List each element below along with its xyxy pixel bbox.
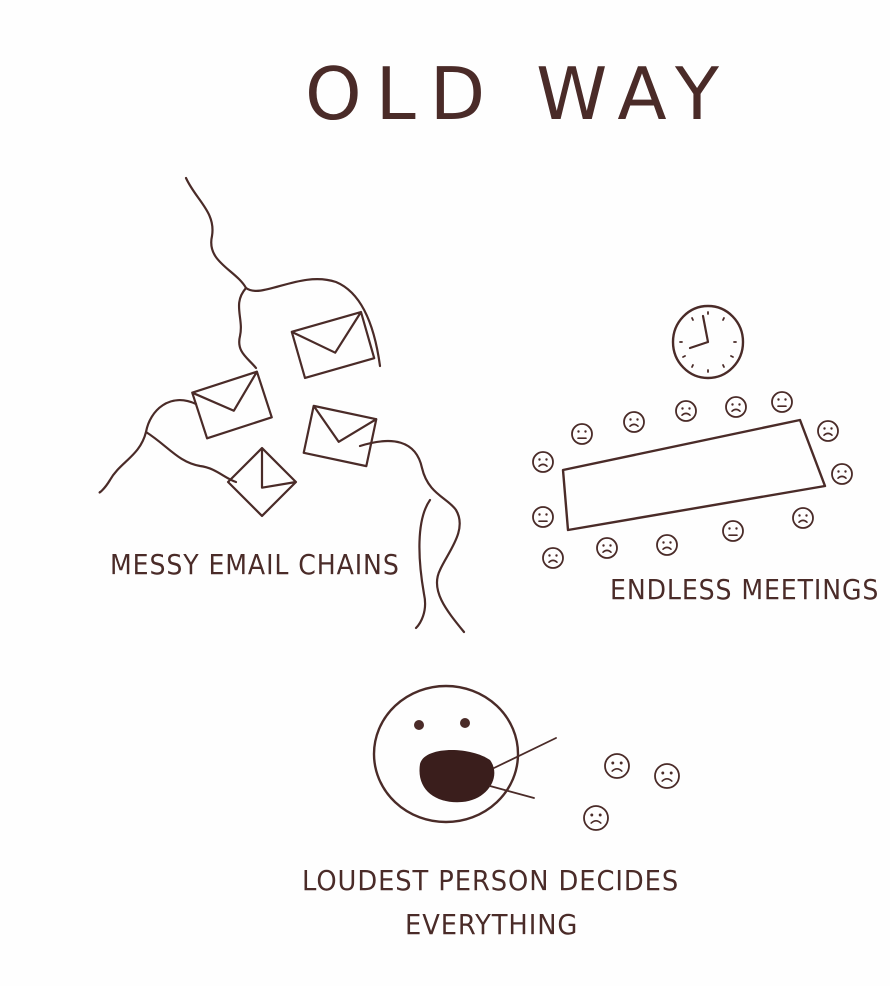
meeting-illustration: [532, 304, 853, 569]
envelope-icon: [302, 404, 378, 468]
attendee-face-icon: [656, 534, 678, 556]
attendee-face-icon: [571, 423, 593, 445]
email-chain-line: [144, 430, 238, 484]
listeners: [583, 753, 680, 831]
envelope-icon: [191, 370, 273, 440]
attendee-face-icon: [831, 463, 853, 485]
attendee-face-icon: [722, 520, 744, 542]
attendees: [532, 391, 853, 569]
attendee-face-icon: [532, 506, 554, 528]
envelope-icon: [226, 446, 298, 518]
meeting-table: [561, 418, 827, 532]
loudest-person-label-line1: LOUDEST PERSON DECIDES: [302, 864, 680, 897]
loudest-person-label-line2: EVERYTHING: [405, 908, 579, 941]
attendee-face-icon: [725, 396, 747, 418]
attendee-face-icon: [771, 391, 793, 413]
attendee-face-icon: [654, 763, 680, 789]
loudest-person-illustration: [372, 684, 680, 831]
email-chain-line: [98, 399, 198, 494]
attendee-face-icon: [604, 753, 630, 779]
clock-icon: [671, 304, 745, 380]
email-chains-label: MESSY EMAIL CHAINS: [110, 548, 400, 581]
email-chain-line: [237, 286, 258, 370]
email-chain-line: [358, 439, 466, 634]
attendee-face-icon: [532, 451, 554, 473]
whiteboard-sketch: OLD WAY MESSY EMAIL CHAINS ENDLESS MEETI…: [0, 0, 890, 986]
attendee-face-icon: [542, 547, 564, 569]
attendee-face-icon: [792, 507, 814, 529]
attendee-face-icon: [817, 420, 839, 442]
attendee-face-icon: [675, 400, 697, 422]
sketch-drawing: [98, 176, 853, 831]
email-chain-line: [414, 498, 432, 630]
email-chain-line: [184, 176, 382, 368]
loud-face-icon: [372, 684, 557, 824]
envelope-icon: [290, 310, 376, 380]
attendee-face-icon: [583, 805, 609, 831]
attendee-face-icon: [623, 411, 645, 433]
endless-meetings-label: ENDLESS MEETINGS: [610, 573, 880, 606]
attendee-face-icon: [596, 537, 618, 559]
